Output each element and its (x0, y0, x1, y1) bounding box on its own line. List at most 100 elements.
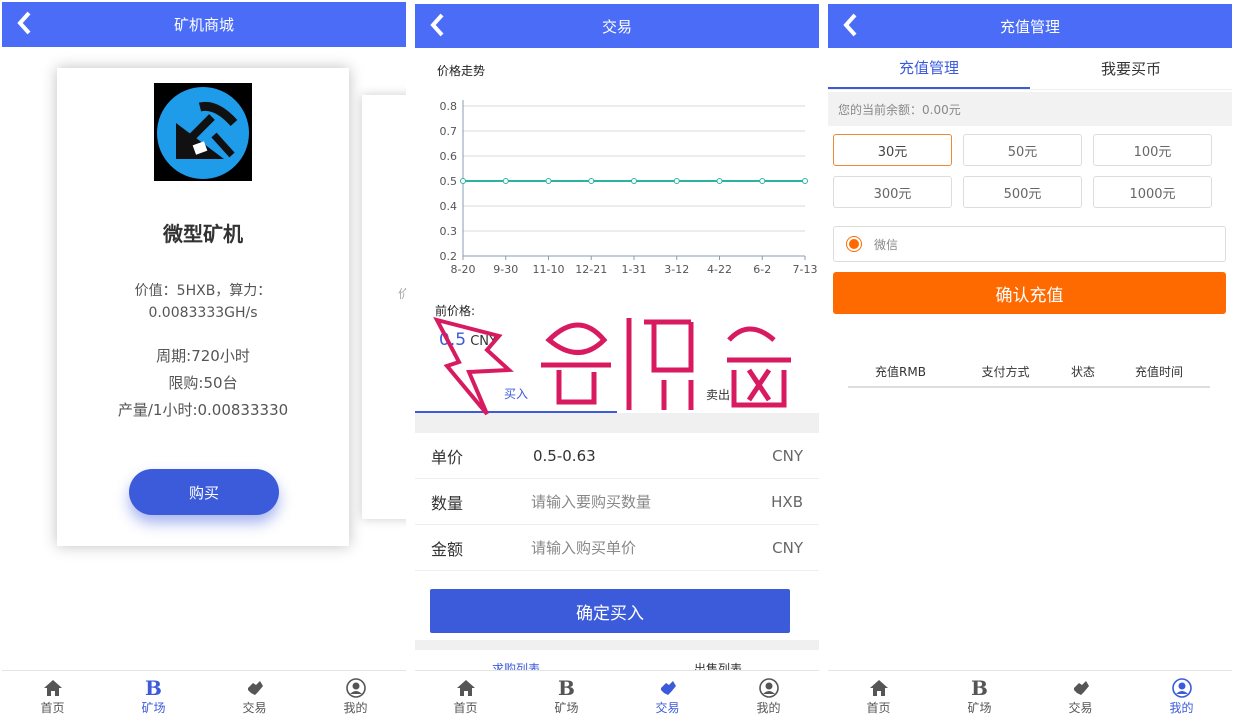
tab-recharge-manage[interactable]: 充值管理 (828, 48, 1030, 89)
tab-sell[interactable]: 卖出 (617, 376, 819, 413)
price-chart: 0.8 0.7 0.6 0.5 0.4 0.3 0.28-20 9-30 11-10 12-21 1… (440, 100, 818, 276)
y-tick-label: 0.4 (440, 200, 458, 213)
divider (415, 413, 819, 433)
tab-mine-field[interactable]: B 矿场 (516, 671, 617, 722)
back-button[interactable] (840, 12, 862, 38)
amount-option[interactable]: 100元 (1093, 134, 1212, 166)
next-product-card[interactable]: 价 (362, 95, 406, 519)
tab-mine[interactable]: 我的 (305, 671, 406, 722)
data-point (631, 178, 637, 184)
current-price-label: 前价格: (435, 304, 476, 318)
tab-label: 矿场 (967, 701, 992, 715)
y-tick-label: 0.3 (440, 225, 458, 238)
tab-mine-field[interactable]: B 矿场 (929, 671, 1030, 722)
x-tick-label: 7-13 (793, 263, 818, 276)
amount-option[interactable]: 300元 (833, 176, 952, 208)
tab-trade[interactable]: 交易 (204, 671, 305, 722)
tab-mine-field[interactable]: B 矿场 (103, 671, 204, 722)
chart-title: 价格走势 (437, 64, 486, 78)
x-tick-label: 1-31 (622, 263, 647, 276)
amount-option[interactable]: 500元 (963, 176, 1082, 208)
pay-method-label: 微信 (874, 237, 899, 252)
product-card: 微型矿机 价值：5HXB，算力： 0.0083333GH/s 周期:720小时 … (57, 68, 349, 546)
data-point (673, 178, 680, 184)
tab-sell-list[interactable]: 出售列表 (617, 654, 819, 670)
quantity-row: 数量 HXB (415, 479, 819, 525)
order-list-tabs: 求购列表 出售列表 (415, 654, 819, 670)
b-icon: B (145, 676, 162, 700)
page-title: 矿机商城 (173, 16, 234, 34)
x-tick-label: 3-12 (664, 263, 689, 276)
trade-type-tabs: 买入 卖出 (415, 376, 819, 413)
tab-buy-coin[interactable]: 我要买币 (1030, 48, 1232, 89)
tab-home[interactable]: 首页 (828, 671, 929, 722)
tab-trade[interactable]: 交易 (617, 671, 718, 722)
user-icon (345, 678, 366, 698)
home-icon (869, 680, 888, 696)
data-point (716, 178, 723, 184)
data-point (460, 178, 466, 184)
data-point (502, 178, 509, 184)
col-header: 支付方式 (981, 364, 1030, 379)
tab-label: 我的 (343, 701, 368, 715)
amount-options: 30元 50元 100元 300元 500元 1000元 (833, 134, 1213, 208)
divider (415, 640, 819, 650)
handshake-icon (1073, 681, 1089, 695)
pay-method-wechat[interactable]: 微信 (833, 226, 1226, 262)
tab-label: 首页 (40, 701, 65, 715)
radio-selected-icon (846, 236, 862, 252)
tab-mine[interactable]: 我的 (1131, 671, 1232, 722)
handshake-icon (660, 681, 676, 695)
tab-label: 我的 (1169, 701, 1194, 715)
back-button[interactable] (427, 12, 449, 38)
y-tick-label: 0.6 (440, 150, 458, 163)
user-icon (758, 678, 779, 698)
data-point (545, 178, 552, 184)
amount-option[interactable]: 1000元 (1093, 176, 1212, 208)
tab-label: 矿场 (554, 701, 579, 715)
confirm-buy-button[interactable]: 确定买入 (430, 589, 790, 633)
chevron-left-icon (430, 13, 444, 37)
tab-label: 交易 (1068, 701, 1093, 715)
tab-home[interactable]: 首页 (2, 671, 103, 722)
current-price-value: 0.5 (439, 330, 467, 350)
balance-text: 您的当前余额：0.00元 (828, 92, 1232, 126)
amount-input[interactable] (531, 538, 761, 557)
chevron-left-icon (843, 13, 857, 37)
x-tick-label: 4-22 (707, 263, 732, 276)
header: 充值管理 (828, 4, 1232, 48)
peek-text: 价 (398, 287, 406, 301)
amount-option[interactable]: 50元 (963, 134, 1082, 166)
header: 交易 (415, 4, 819, 48)
y-tick-label: 0.2 (440, 250, 458, 263)
b-icon: B (558, 676, 575, 700)
tab-home[interactable]: 首页 (415, 671, 516, 722)
quantity-input[interactable] (531, 492, 761, 511)
b-icon: B (971, 676, 988, 700)
current-price: 0.5 CNY (439, 330, 497, 350)
handshake-icon (247, 681, 263, 695)
mall-screen: 矿机商城 价 微型矿机 价值：5HXB，算力： 0.0083333GH/s 周期… (2, 0, 406, 728)
amount-option[interactable]: 30元 (833, 134, 952, 166)
quantity-unit: HXB (771, 492, 803, 511)
back-button[interactable] (14, 10, 36, 36)
col-header: 充值RMB (875, 364, 926, 379)
tab-trade[interactable]: 交易 (1030, 671, 1131, 722)
quantity-label: 数量 (431, 493, 464, 513)
tab-label: 首页 (866, 701, 891, 715)
data-point (588, 178, 595, 184)
page-title: 充值管理 (999, 17, 1060, 36)
product-output: 产量/1小时:0.00833330 (117, 401, 289, 419)
x-tick-label: 9-30 (493, 263, 518, 276)
bottom-nav: 首页 B 矿场 交易 我的 (2, 670, 406, 722)
data-point (802, 178, 808, 184)
tab-buy-list[interactable]: 求购列表 (415, 654, 617, 670)
x-tick-label: 11-10 (533, 263, 565, 276)
trade-screen: 交易 价格走势 0.8 0.7 0.6 0.5 0.4 0.3 0.2 8-20 9-30 11-… (415, 0, 819, 728)
buy-button[interactable]: 购买 (129, 469, 279, 515)
current-price-unit: CNY (470, 334, 497, 349)
price-row: 单价 0.5-0.63 CNY (415, 433, 819, 479)
tab-buy[interactable]: 买入 (415, 376, 617, 413)
confirm-recharge-button[interactable]: 确认充值 (833, 272, 1226, 314)
tab-mine[interactable]: 我的 (718, 671, 819, 722)
